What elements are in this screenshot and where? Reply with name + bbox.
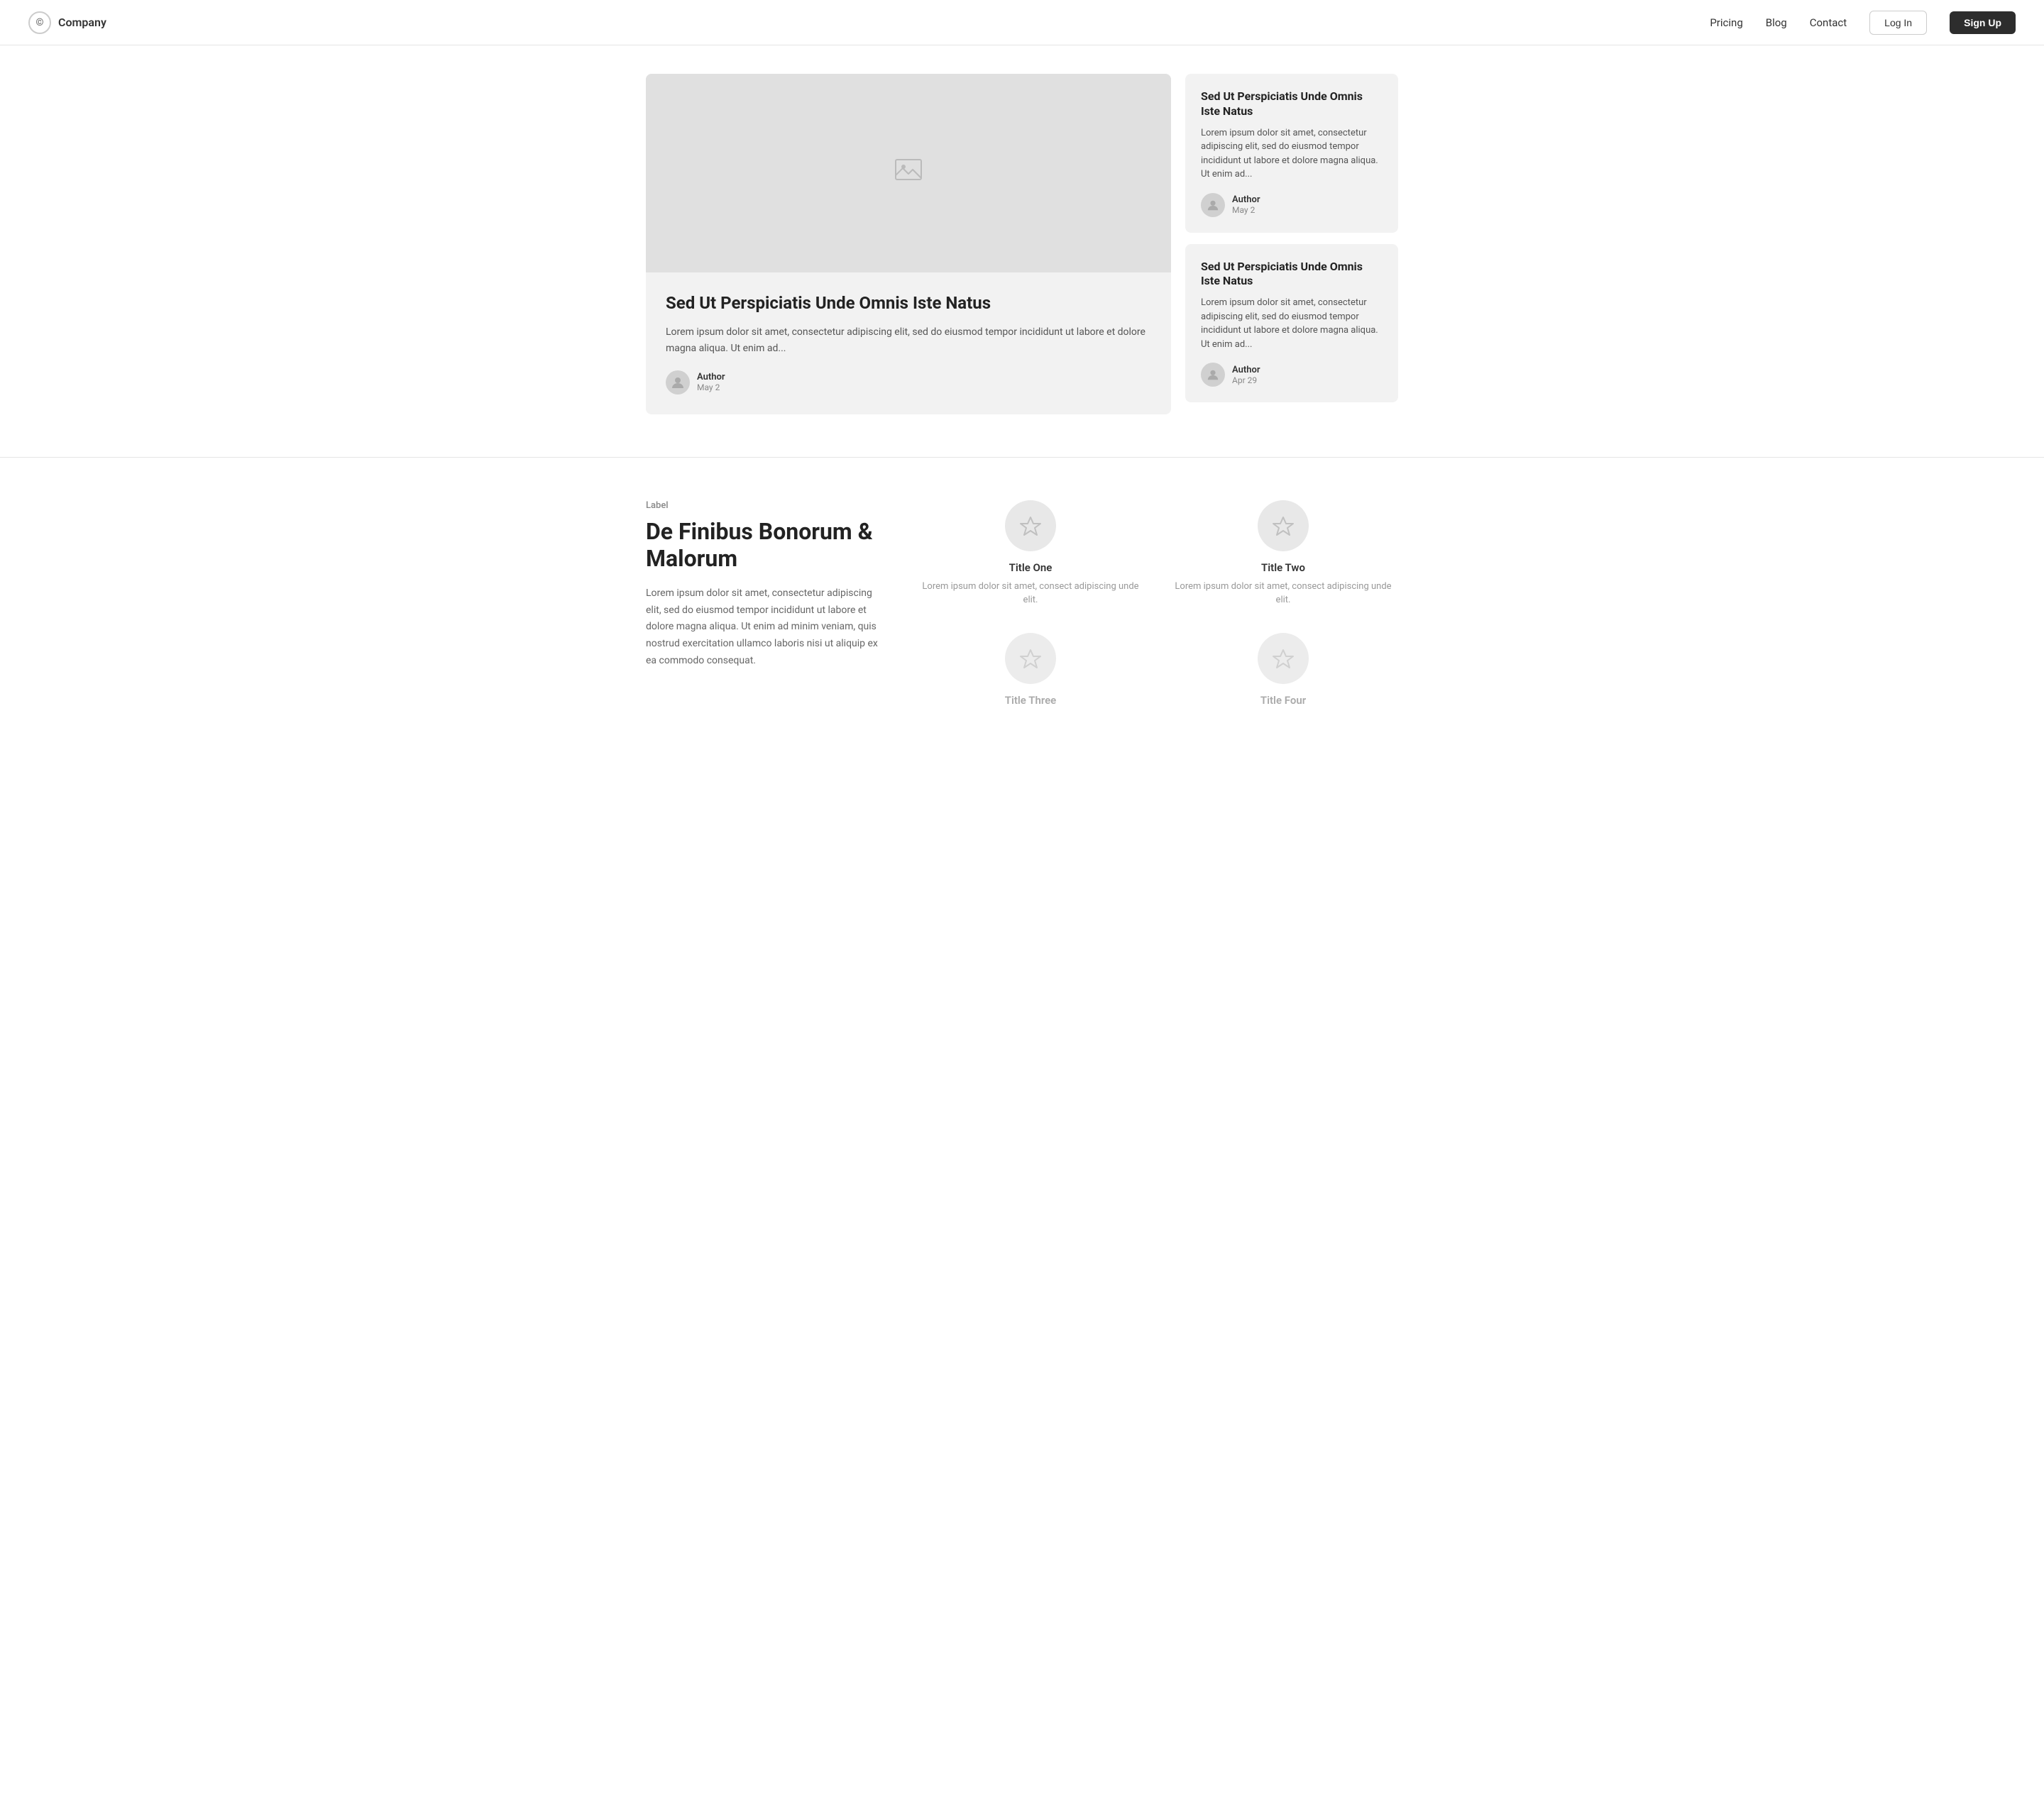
featured-post-title: Sed Ut Perspiciatis Unde Omnis Iste Natu… [666,292,1151,314]
feature-title-1: Title One [1009,561,1053,574]
side-post-2-author-date: Apr 29 [1232,375,1260,385]
image-placeholder-icon [893,154,924,192]
side-post-2-title: Sed Ut Perspiciatis Unde Omnis Iste Natu… [1201,260,1383,289]
side-post-2-author-info: Author Apr 29 [1232,365,1260,385]
brand-name: Company [58,16,106,29]
side-post-1-author-date: May 2 [1232,205,1260,215]
featured-post[interactable]: Sed Ut Perspiciatis Unde Omnis Iste Natu… [646,74,1171,414]
feature-item-2: Title Two Lorem ipsum dolor sit amet, co… [1168,500,1398,607]
featured-post-author-date: May 2 [697,382,725,392]
side-post-1-author-row: Author May 2 [1201,193,1383,217]
featured-post-author-info: Author May 2 [697,372,725,392]
features-grid: Title One Lorem ipsum dolor sit amet, co… [916,500,1398,712]
side-post-2-excerpt: Lorem ipsum dolor sit amet, consectetur … [1201,296,1383,351]
featured-post-body: Sed Ut Perspiciatis Unde Omnis Iste Natu… [646,272,1171,414]
features-description: Lorem ipsum dolor sit amet, consectetur … [646,585,887,670]
side-post-2-author-name: Author [1232,365,1260,375]
side-post-1-author-info: Author May 2 [1232,194,1260,215]
side-post-1[interactable]: Sed Ut Perspiciatis Unde Omnis Iste Natu… [1185,74,1398,233]
blog-section-wrapper: Sed Ut Perspiciatis Unde Omnis Iste Natu… [632,45,1412,457]
features-label: Label [646,500,887,511]
blog-section: Sed Ut Perspiciatis Unde Omnis Iste Natu… [646,74,1398,414]
features-left: Label De Finibus Bonorum & Malorum Lorem… [646,500,887,670]
side-post-2-author-row: Author Apr 29 [1201,363,1383,387]
side-post-1-author-avatar [1201,193,1225,217]
featured-post-author-avatar [666,370,690,395]
feature-title-3: Title Three [1005,694,1056,707]
feature-icon-1 [1005,500,1056,551]
featured-post-author-row: Author May 2 [666,370,1151,395]
nav-link-pricing[interactable]: Pricing [1710,16,1742,29]
nav-link-blog[interactable]: Blog [1766,16,1787,29]
feature-title-2: Title Two [1261,561,1305,574]
feature-item-1: Title One Lorem ipsum dolor sit amet, co… [916,500,1145,607]
featured-post-author-name: Author [697,372,725,382]
feature-item-3: Title Three [916,633,1145,712]
featured-post-excerpt: Lorem ipsum dolor sit amet, consectetur … [666,324,1151,356]
brand-icon: © [28,11,51,34]
feature-icon-3 [1005,633,1056,684]
features-heading: De Finibus Bonorum & Malorum [646,518,887,573]
side-post-2-author-avatar [1201,363,1225,387]
brand-logo[interactable]: © Company [28,11,106,34]
feature-desc-1: Lorem ipsum dolor sit amet, consect adip… [916,580,1145,607]
signup-button[interactable]: Sign Up [1950,11,2016,34]
features-section: Label De Finibus Bonorum & Malorum Lorem… [632,458,1412,741]
side-posts: Sed Ut Perspiciatis Unde Omnis Iste Natu… [1185,74,1398,402]
navbar: © Company Pricing Blog Contact Log In Si… [0,0,2044,45]
side-post-2[interactable]: Sed Ut Perspiciatis Unde Omnis Iste Natu… [1185,244,1398,403]
feature-icon-2 [1258,500,1309,551]
side-post-1-title: Sed Ut Perspiciatis Unde Omnis Iste Natu… [1201,89,1383,119]
login-button[interactable]: Log In [1869,11,1927,35]
feature-desc-2: Lorem ipsum dolor sit amet, consect adip… [1168,580,1398,607]
features-section-wrapper: Label De Finibus Bonorum & Malorum Lorem… [632,458,1412,741]
side-post-1-excerpt: Lorem ipsum dolor sit amet, consectetur … [1201,126,1383,182]
featured-image [646,74,1171,272]
feature-icon-4 [1258,633,1309,684]
feature-item-4: Title Four [1168,633,1398,712]
nav-links: Pricing Blog Contact Log In Sign Up [1710,11,2016,35]
nav-link-contact[interactable]: Contact [1810,16,1847,29]
feature-title-4: Title Four [1260,694,1306,707]
side-post-1-author-name: Author [1232,194,1260,205]
